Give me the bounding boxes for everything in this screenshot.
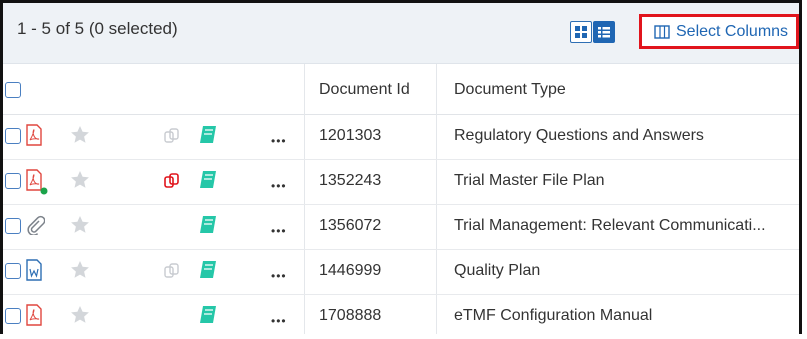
more-actions-icon[interactable]: ••• (271, 269, 287, 283)
grid-toolbar: 1 - 5 of 5 (0 selected) Select Columns (3, 3, 799, 64)
documentation-book-icon[interactable] (199, 215, 217, 235)
column-header-document-id[interactable]: Document Id (319, 81, 410, 99)
document-type-cell[interactable]: Quality Plan (454, 262, 540, 280)
more-actions-icon[interactable]: ••• (271, 134, 287, 148)
table-row[interactable]: ••• 1708888 eTMF Configuration Manual (3, 294, 799, 339)
column-header-document-type[interactable]: Document Type (454, 81, 566, 99)
table-row[interactable]: ••• 1446999 Quality Plan (3, 249, 799, 295)
list-view-button[interactable] (593, 21, 615, 43)
document-grid-panel: 1 - 5 of 5 (0 selected) Select Columns D… (0, 0, 802, 334)
status-green-dot-icon (40, 187, 48, 195)
favorite-star-icon[interactable] (70, 170, 90, 190)
word-icon[interactable] (25, 259, 43, 281)
select-columns-button[interactable]: Select Columns (639, 14, 799, 49)
selection-summary: 1 - 5 of 5 (0 selected) (17, 19, 178, 38)
document-id-cell[interactable]: 1356072 (319, 217, 381, 235)
favorite-star-icon[interactable] (70, 125, 90, 145)
documentation-book-icon[interactable] (199, 125, 217, 145)
copies-icon[interactable] (163, 262, 181, 280)
columns-icon (654, 24, 670, 39)
copies-icon[interactable] (163, 127, 181, 145)
grid-view-button[interactable] (570, 21, 592, 43)
row-checkbox[interactable] (5, 218, 21, 234)
more-actions-icon[interactable]: ••• (271, 179, 287, 193)
documentation-book-icon[interactable] (199, 260, 217, 280)
documentation-book-icon[interactable] (199, 170, 217, 190)
grid-view-icon (575, 26, 587, 38)
document-type-cell[interactable]: Trial Management: Relevant Communicati..… (454, 217, 766, 235)
pdf-icon[interactable] (25, 124, 43, 146)
document-id-cell[interactable]: 1446999 (319, 262, 381, 280)
table-row[interactable]: ••• 1356072 Trial Management: Relevant C… (3, 204, 799, 250)
select-all-checkbox[interactable] (5, 82, 21, 98)
document-id-cell[interactable]: 1201303 (319, 127, 381, 145)
select-columns-label: Select Columns (676, 22, 789, 40)
row-checkbox[interactable] (5, 128, 21, 144)
document-id-cell[interactable]: 1352243 (319, 172, 381, 190)
more-actions-icon[interactable]: ••• (271, 224, 287, 238)
favorite-star-icon[interactable] (70, 260, 90, 280)
favorite-star-icon[interactable] (70, 215, 90, 235)
documentation-book-icon[interactable] (199, 305, 217, 325)
row-checkbox[interactable] (5, 308, 21, 324)
list-view-icon (598, 27, 610, 38)
table-row[interactable]: ••• 1201303 Regulatory Questions and Ans… (3, 114, 799, 160)
document-type-cell[interactable]: eTMF Configuration Manual (454, 307, 652, 325)
more-actions-icon[interactable]: ••• (271, 314, 287, 328)
document-type-cell[interactable]: Trial Master File Plan (454, 172, 605, 190)
table-row[interactable]: ••• 1352243 Trial Master File Plan (3, 159, 799, 205)
row-checkbox[interactable] (5, 173, 21, 189)
document-id-cell[interactable]: 1708888 (319, 307, 381, 325)
attachment-icon[interactable] (25, 215, 45, 235)
copies-icon[interactable] (163, 172, 181, 190)
favorite-star-icon[interactable] (70, 305, 90, 325)
pdf-icon[interactable] (25, 304, 43, 326)
row-checkbox[interactable] (5, 263, 21, 279)
document-type-cell[interactable]: Regulatory Questions and Answers (454, 127, 704, 145)
